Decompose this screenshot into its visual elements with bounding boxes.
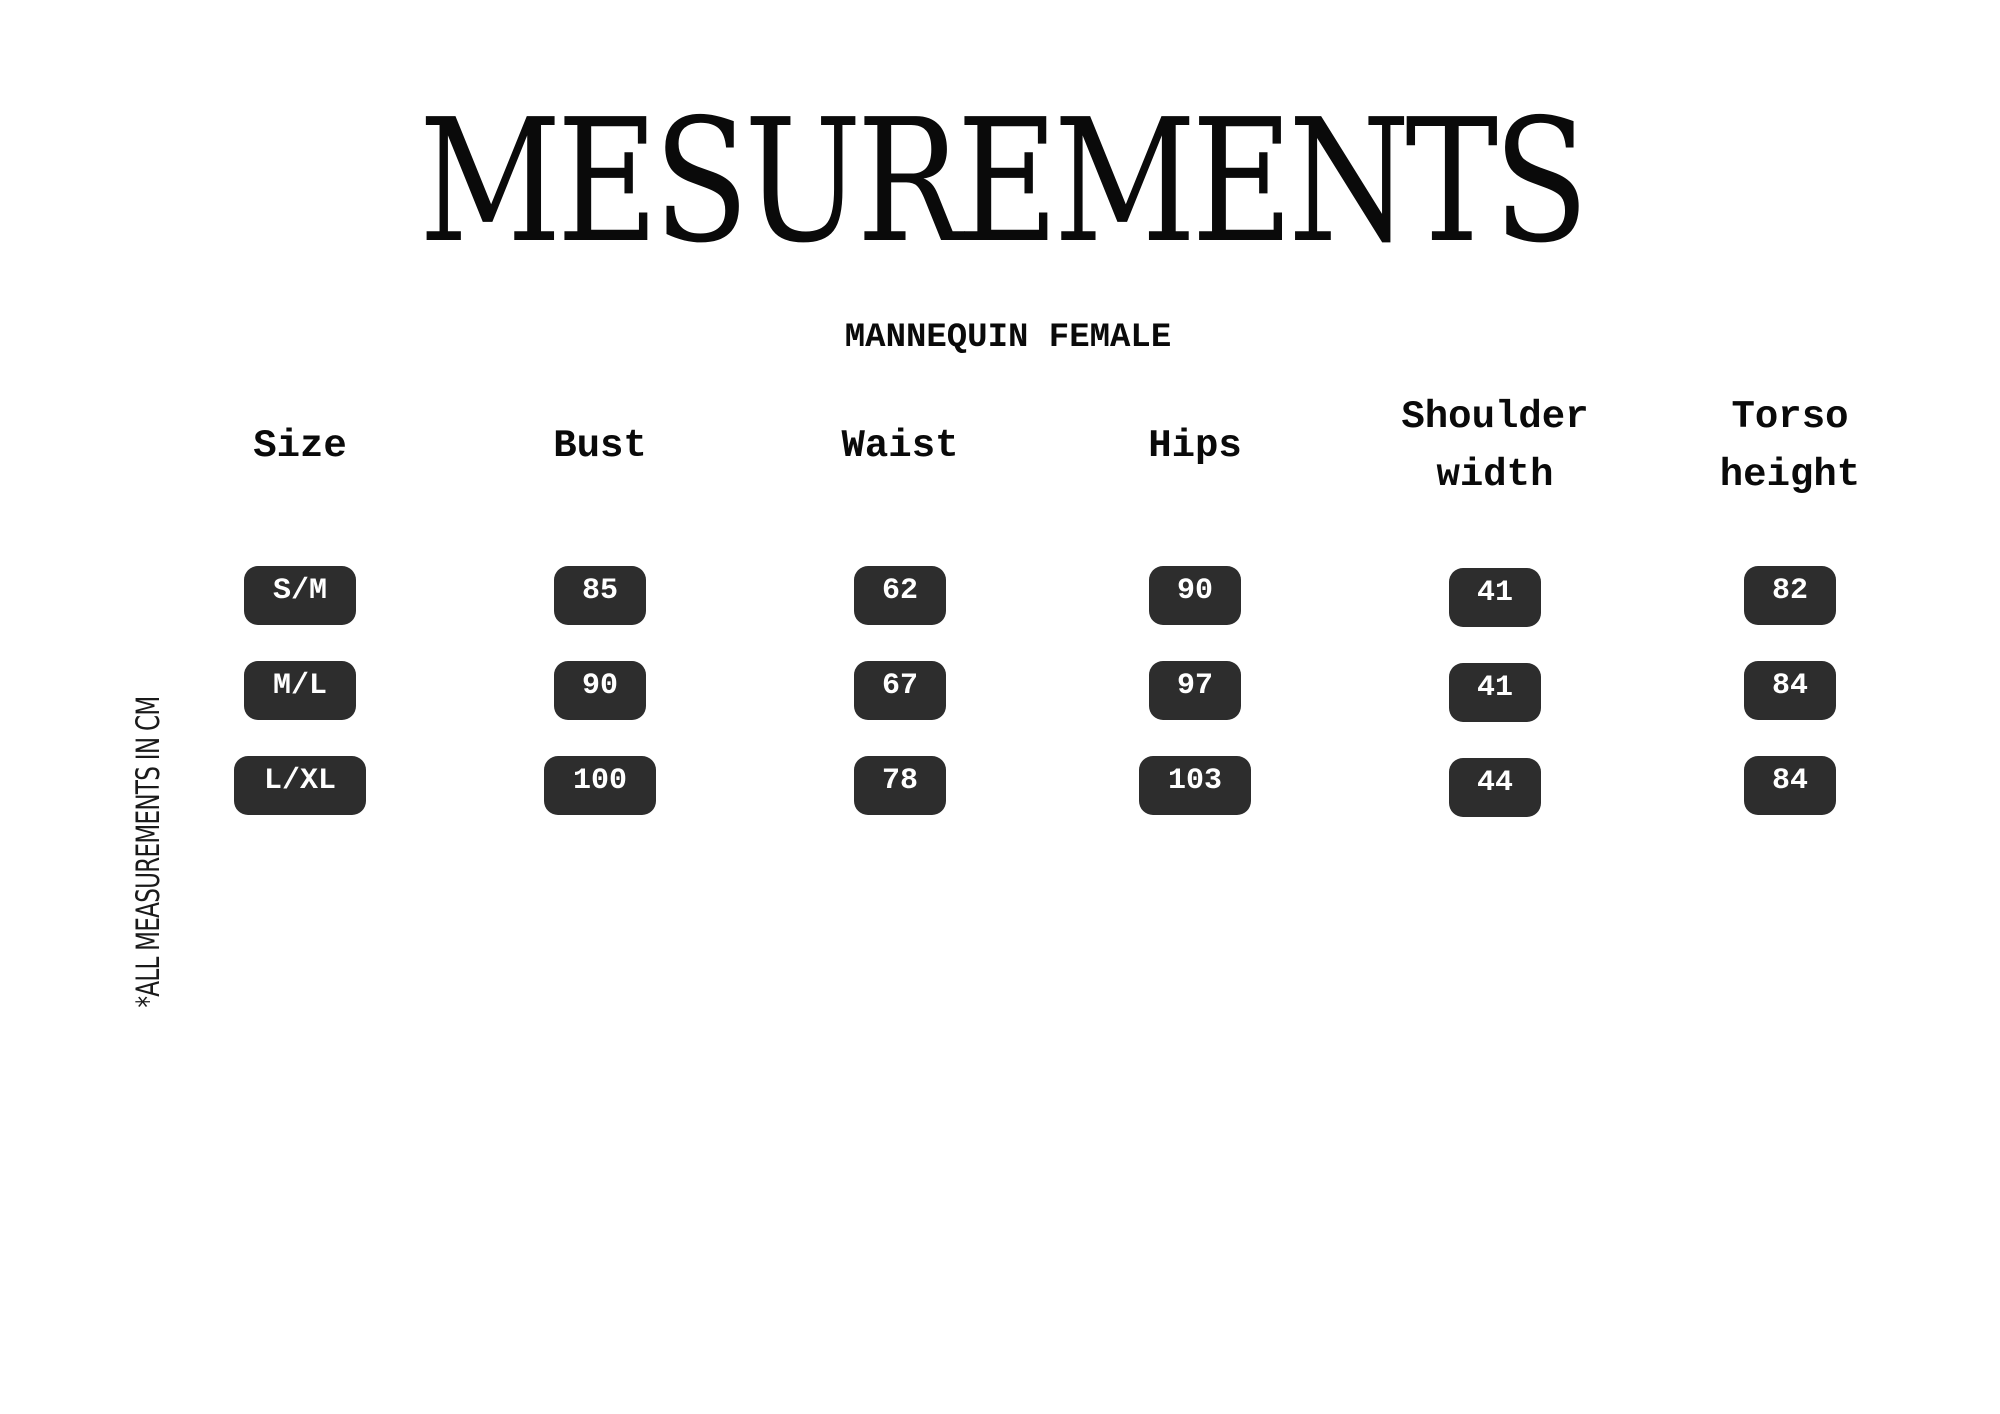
- size-cell-sm: S/M: [244, 566, 356, 625]
- column-torso-height: Torso height 82 84 84: [1640, 378, 1940, 815]
- bust-cell-lxl: 100: [544, 756, 656, 815]
- shoulder-width-cell-sm: 41: [1449, 568, 1541, 627]
- column-shoulder-width: Shoulder width 41 41 44: [1345, 378, 1645, 817]
- column-header-bust: Bust: [553, 423, 647, 468]
- waist-cell-ml: 67: [854, 661, 946, 720]
- page-subtitle: MANNEQUIN FEMALE: [844, 319, 1172, 357]
- column-header-hips: Hips: [1148, 423, 1242, 468]
- torso-height-cell-sm: 82: [1744, 566, 1836, 625]
- size-cell-lxl: L/XL: [234, 756, 366, 815]
- column-header-torso-height: Torso height: [1719, 394, 1861, 497]
- torso-height-cell-lxl: 84: [1744, 756, 1836, 815]
- hips-cell-ml: 97: [1149, 661, 1241, 720]
- column-bust: Bust 85 90 100: [450, 378, 750, 815]
- size-cell-ml: M/L: [244, 661, 356, 720]
- hips-cell-sm: 90: [1149, 566, 1241, 625]
- bust-cell-ml: 90: [554, 661, 646, 720]
- page-title: MESUREMENTS: [418, 83, 1589, 281]
- shoulder-width-cell-ml: 41: [1449, 663, 1541, 722]
- bust-cell-sm: 85: [554, 566, 646, 625]
- column-waist: Waist 62 67 78: [750, 378, 1050, 815]
- column-header-shoulder-width: Shoulder width: [1401, 394, 1589, 497]
- column-size: Size S/M M/L L/XL: [150, 378, 450, 815]
- torso-height-cell-ml: 84: [1744, 661, 1836, 720]
- column-header-waist: Waist: [841, 423, 959, 468]
- waist-cell-sm: 62: [854, 566, 946, 625]
- waist-cell-lxl: 78: [854, 756, 946, 815]
- column-header-size: Size: [253, 423, 347, 468]
- hips-cell-lxl: 103: [1139, 756, 1251, 815]
- shoulder-width-cell-lxl: 44: [1449, 758, 1541, 817]
- column-hips: Hips 90 97 103: [1045, 378, 1345, 815]
